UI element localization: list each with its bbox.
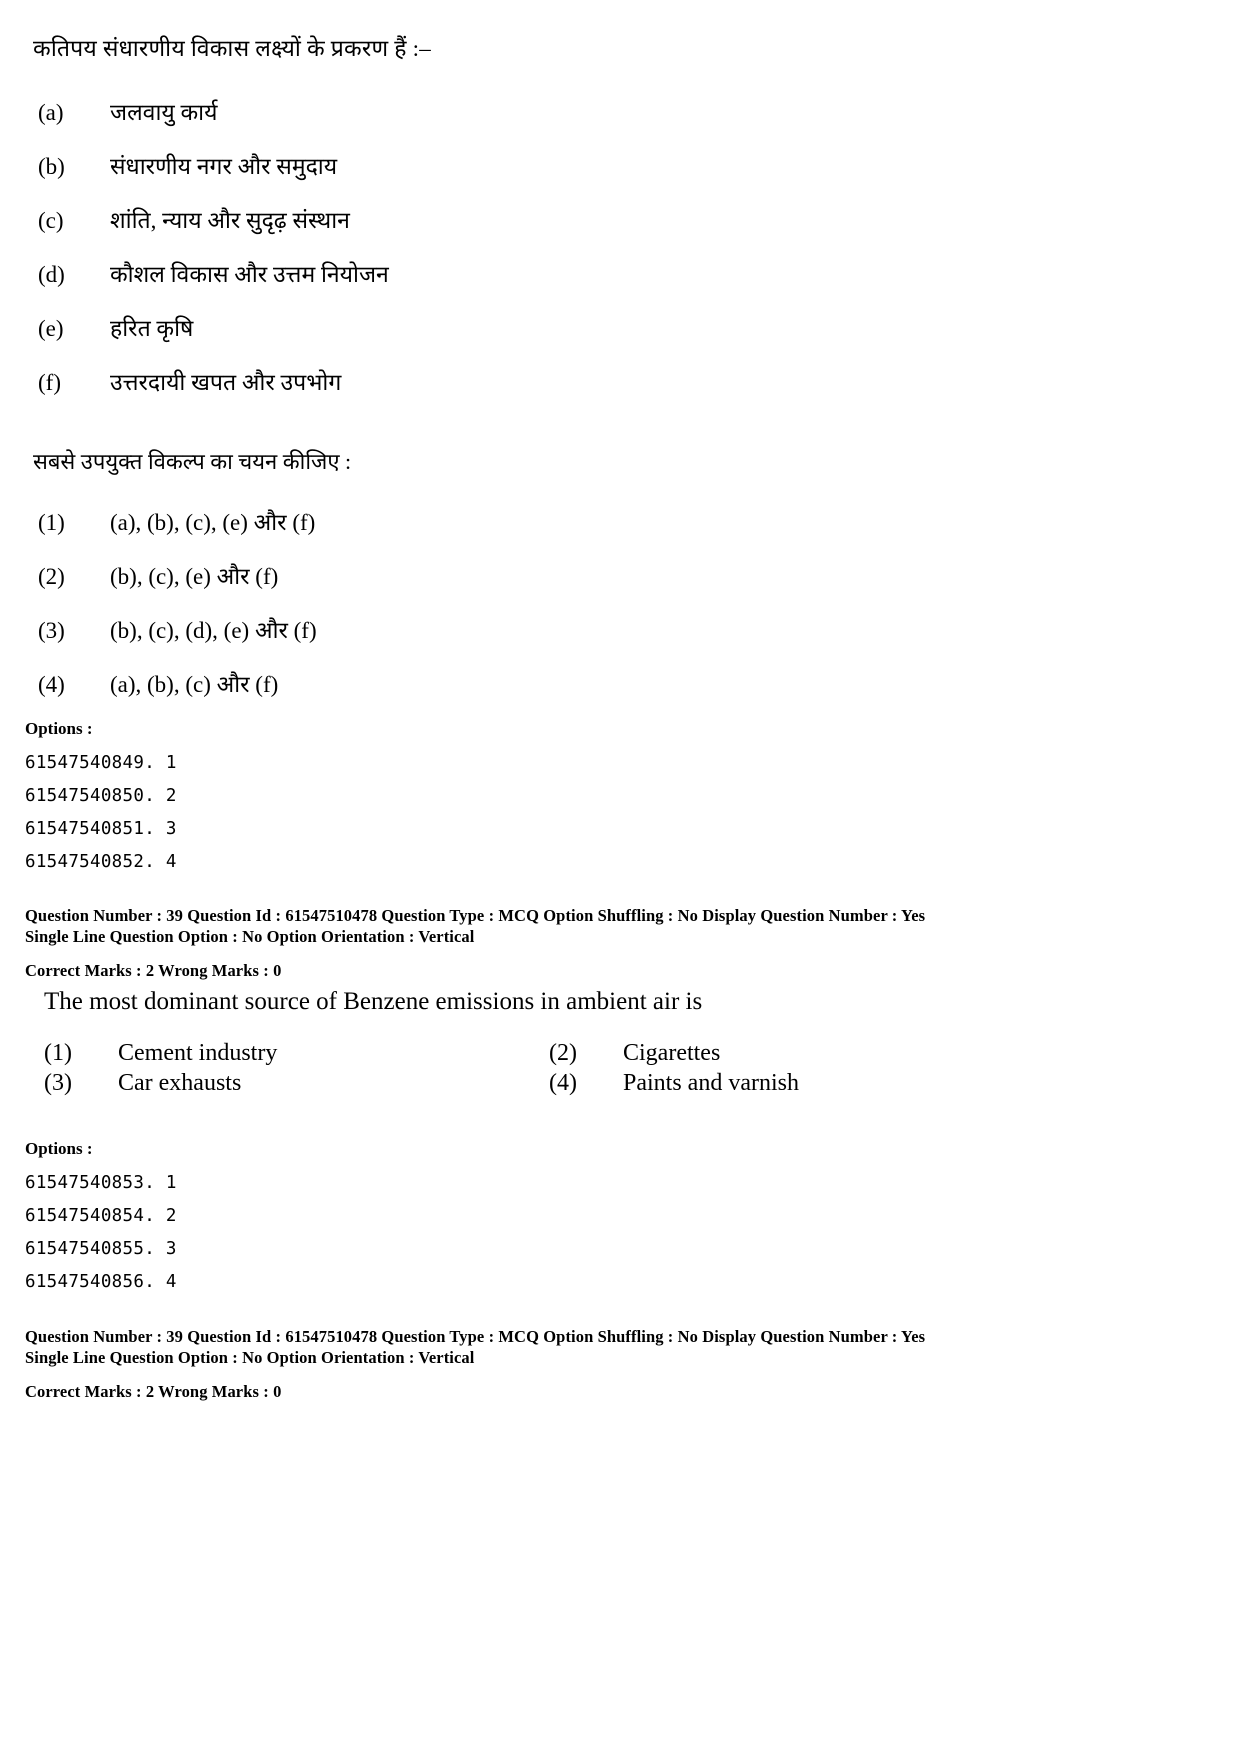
answer-choice-1[interactable]: (1) (a), (b), (c), (e) और (f) xyxy=(38,508,738,562)
choice-number: (3) xyxy=(44,1070,72,1096)
option-id-row: 61547540855. 3 xyxy=(25,1239,177,1259)
choice-number: (2) xyxy=(549,1040,577,1066)
sub-item-label: (c) xyxy=(38,208,64,233)
sub-item-label: (b) xyxy=(38,154,65,179)
sub-item-text: हरित कृषि xyxy=(110,316,194,341)
sub-item-text: जलवायु कार्य xyxy=(110,100,218,125)
english-answer-choice-list: (1) Cement industry (2) Cigarettes (3) C… xyxy=(44,1038,944,1098)
hindi-answer-choice-list: (1) (a), (b), (c), (e) और (f) (2) (b), (… xyxy=(38,508,738,724)
options-heading: Options : xyxy=(25,1139,93,1158)
choice-text: (b), (c), (d), (e) और (f) xyxy=(110,618,317,643)
list-item: (c) शांति, न्याय और सुदृढ़ संस्थान xyxy=(38,206,738,260)
answer-choice-4[interactable]: (4) Paints and varnish xyxy=(549,1068,799,1098)
metadata-line-1: Question Number : 39 Question Id : 61547… xyxy=(25,906,926,925)
list-item: (e) हरित कृषि xyxy=(38,314,738,368)
answer-choice-2[interactable]: (2) Cigarettes xyxy=(549,1038,720,1068)
choice-text: Paints and varnish xyxy=(623,1070,799,1096)
sub-item-label: (d) xyxy=(38,262,65,287)
answer-choice-row: (1) Cement industry (2) Cigarettes xyxy=(44,1038,944,1068)
choice-number: (4) xyxy=(549,1070,577,1096)
choice-text: (a), (b), (c), (e) और (f) xyxy=(110,510,316,535)
choice-text: Cement industry xyxy=(118,1040,278,1066)
choice-text: (b), (c), (e) और (f) xyxy=(110,564,279,589)
choice-text: Car exhausts xyxy=(118,1070,242,1096)
choice-number: (4) xyxy=(38,672,65,697)
choice-number: (1) xyxy=(44,1040,72,1066)
option-id-row: 61547540856. 4 xyxy=(25,1272,177,1292)
sub-item-label: (f) xyxy=(38,370,61,395)
answer-choice-1[interactable]: (1) Cement industry xyxy=(44,1038,549,1068)
answer-choice-2[interactable]: (2) (b), (c), (e) और (f) xyxy=(38,562,738,616)
english-question-metadata: Question Number : 39 Question Id : 61547… xyxy=(25,1326,925,1402)
english-question-stem: The most dominant source of Benzene emis… xyxy=(44,988,703,1015)
choice-number: (3) xyxy=(38,618,65,643)
option-id-row: 61547540850. 2 xyxy=(25,786,177,806)
sub-item-label: (e) xyxy=(38,316,64,341)
option-id-row: 61547540852. 4 xyxy=(25,852,177,872)
exam-question-page: कतिपय संधारणीय विकास लक्ष्यों के प्रकरण … xyxy=(0,0,1240,1754)
hindi-question-stem: कतिपय संधारणीय विकास लक्ष्यों के प्रकरण … xyxy=(33,36,431,61)
option-id-row: 61547540854. 2 xyxy=(25,1206,177,1226)
list-item: (b) संधारणीय नगर और समुदाय xyxy=(38,152,738,206)
hindi-sub-item-list: (a) जलवायु कार्य (b) संधारणीय नगर और समु… xyxy=(38,98,738,422)
sub-item-label: (a) xyxy=(38,100,64,125)
list-item: (a) जलवायु कार्य xyxy=(38,98,738,152)
option-id-row: 61547540851. 3 xyxy=(25,819,177,839)
choice-number: (2) xyxy=(38,564,65,589)
answer-choice-4[interactable]: (4) (a), (b), (c) और (f) xyxy=(38,670,738,724)
sub-item-text: कौशल विकास और उत्तम नियोजन xyxy=(110,262,389,287)
answer-choice-row: (3) Car exhausts (4) Paints and varnish xyxy=(44,1068,944,1098)
hindi-instruction-line: सबसे उपयुक्त विकल्प का चयन कीजिए : xyxy=(33,449,352,474)
choice-number: (1) xyxy=(38,510,65,535)
option-id-row: 61547540853. 1 xyxy=(25,1173,177,1193)
metadata-line-3: Correct Marks : 2 Wrong Marks : 0 xyxy=(25,961,282,980)
metadata-line-2: Single Line Question Option : No Option … xyxy=(25,927,475,946)
answer-choice-3[interactable]: (3) (b), (c), (d), (e) और (f) xyxy=(38,616,738,670)
sub-item-text: शांति, न्याय और सुदृढ़ संस्थान xyxy=(110,208,350,233)
answer-choice-3[interactable]: (3) Car exhausts xyxy=(44,1068,549,1098)
option-id-row: 61547540849. 1 xyxy=(25,753,177,773)
english-option-id-block: Options : 61547540853. 1 61547540854. 2 … xyxy=(25,1138,177,1299)
hindi-question-metadata: Question Number : 39 Question Id : 61547… xyxy=(25,905,925,981)
metadata-line-2: Single Line Question Option : No Option … xyxy=(25,1348,475,1367)
sub-item-text: संधारणीय नगर और समुदाय xyxy=(110,154,338,179)
options-heading: Options : xyxy=(25,719,93,738)
choice-text: (a), (b), (c) और (f) xyxy=(110,672,279,697)
metadata-line-1: Question Number : 39 Question Id : 61547… xyxy=(25,1327,926,1346)
choice-text: Cigarettes xyxy=(623,1040,721,1066)
sub-item-text: उत्तरदायी खपत और उपभोग xyxy=(110,370,342,395)
list-item: (f) उत्तरदायी खपत और उपभोग xyxy=(38,368,738,422)
hindi-option-id-block: Options : 61547540849. 1 61547540850. 2 … xyxy=(25,718,177,879)
metadata-line-3: Correct Marks : 2 Wrong Marks : 0 xyxy=(25,1382,282,1401)
list-item: (d) कौशल विकास और उत्तम नियोजन xyxy=(38,260,738,314)
